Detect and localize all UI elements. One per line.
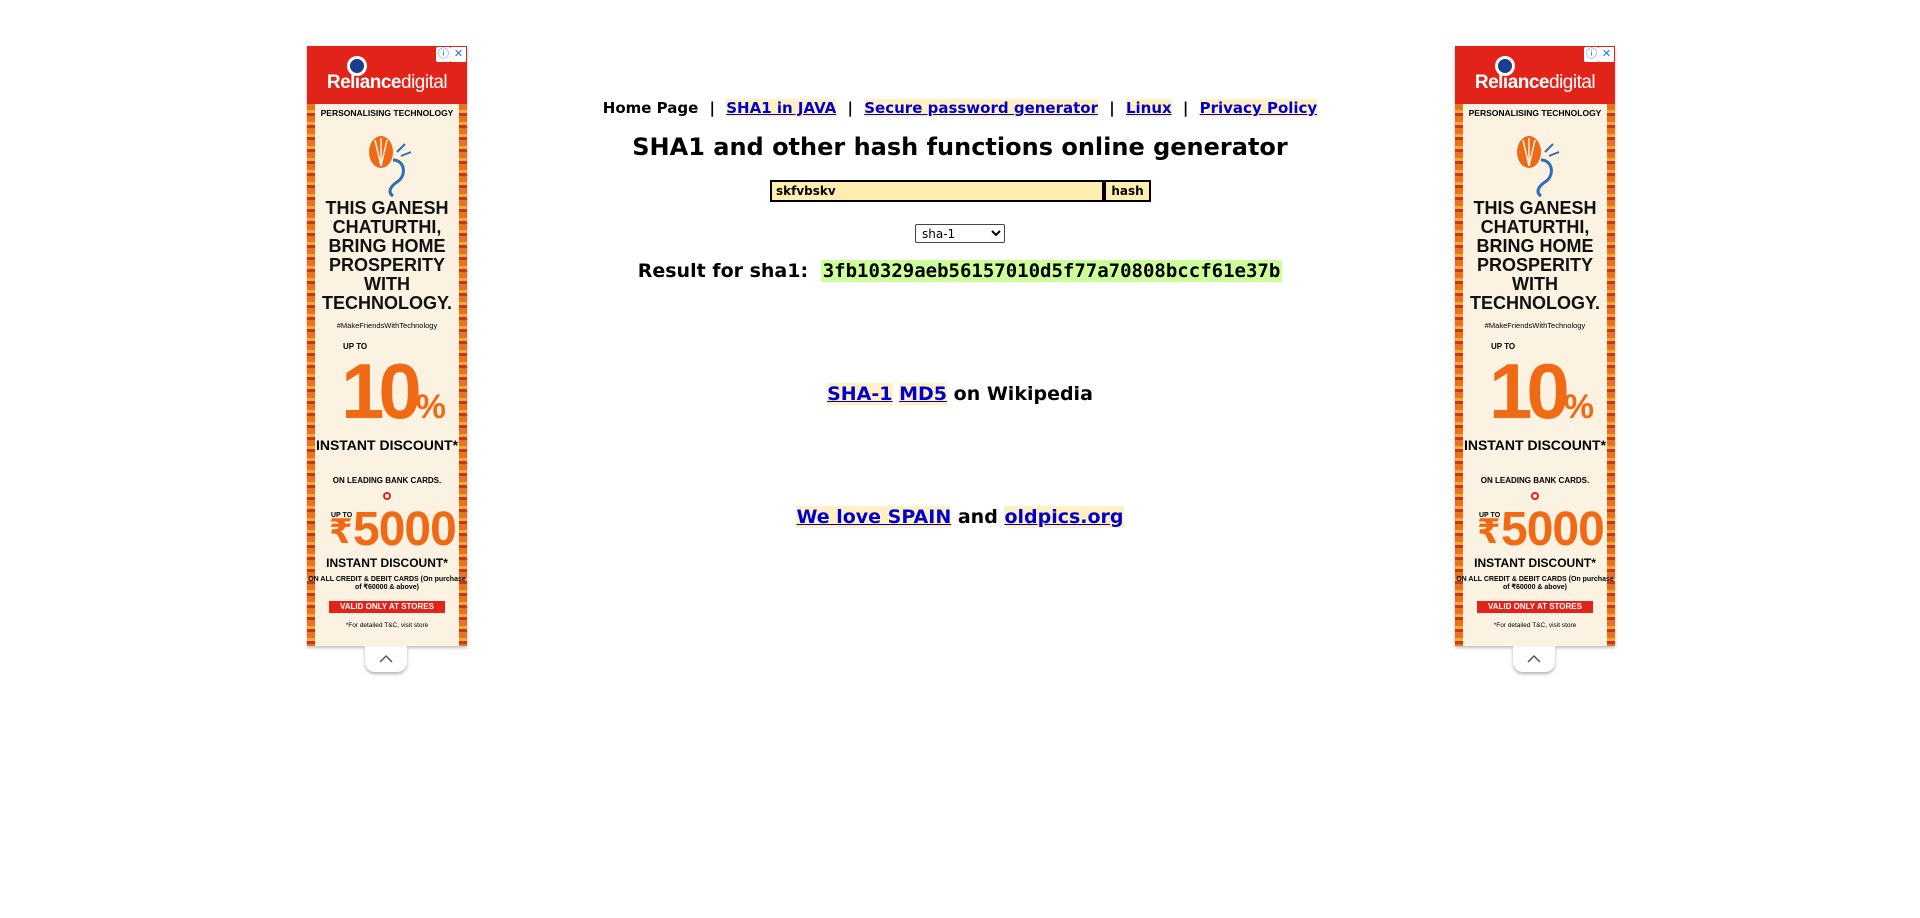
top-nav: Home Page | SHA1 in JAVA | Secure passwo…: [0, 99, 1920, 117]
ad-brand: Reliancedigital: [307, 72, 467, 94]
nav-separator: |: [847, 99, 854, 117]
ad-hashtag: #MakeFriendsWithTechnology: [336, 321, 438, 330]
ad-brand-main: Reliance: [1474, 72, 1550, 93]
ad-valid-badge: VALID ONLY AT STORES: [329, 601, 445, 613]
nav-link-secure-password-generator[interactable]: Secure password generator: [864, 99, 1098, 117]
ad-headline: THIS GANESH CHATURTHI, BRING HOME PROSPE…: [321, 198, 452, 313]
close-icon[interactable]: ✕: [1599, 47, 1614, 62]
ad-banks: ON LEADING BANK CARDS.: [332, 476, 442, 485]
ad-cards: ON ALL CREDIT & DEBIT CARDS (On purchase…: [1456, 576, 1614, 591]
ad-collapse-button[interactable]: [365, 646, 407, 672]
page-title: SHA1 and other hash functions online gen…: [632, 133, 1288, 161]
nav-separator: |: [709, 99, 716, 117]
hash-text-input[interactable]: [770, 180, 1104, 202]
result-label: Result for sha1:: [637, 260, 809, 282]
ad-instant-discount: INSTANT DISCOUNT*: [1463, 437, 1607, 453]
nav-link-linux[interactable]: Linux: [1125, 99, 1172, 117]
hash-button[interactable]: hash: [1104, 180, 1151, 202]
ad-brand: Reliancedigital: [1455, 72, 1615, 94]
result-line: Result for sha1: 3fb10329aeb56157010d5f7…: [0, 260, 1920, 282]
link-oldpics[interactable]: oldpics.org: [1004, 506, 1124, 528]
ad-cards: ON ALL CREDIT & DEBIT CARDS (On purchase…: [308, 576, 466, 591]
footer-conjunction: and: [957, 506, 998, 528]
ad-headline: THIS GANESH CHATURTHI, BRING HOME PROSPE…: [1469, 198, 1600, 313]
ad-brand-thin: digital: [401, 72, 448, 93]
link-sha1-wikipedia[interactable]: SHA-1: [827, 383, 893, 405]
info-icon[interactable]: ⓘ: [1584, 47, 1599, 62]
nav-home-page[interactable]: Home Page: [603, 99, 699, 117]
nav-separator: |: [1109, 99, 1115, 117]
chevron-up-icon: [379, 654, 393, 663]
ad-tnc: *For detailed T&C, visit store: [1493, 622, 1577, 629]
nav-link-privacy-policy[interactable]: Privacy Policy: [1199, 99, 1318, 117]
info-icon[interactable]: ⓘ: [436, 47, 451, 62]
ad-tnc: *For detailed T&C, visit store: [345, 622, 429, 629]
ad-divider-dot: [383, 492, 391, 500]
wikipedia-suffix: on Wikipedia: [953, 383, 1093, 405]
link-md5-wikipedia[interactable]: MD5: [899, 383, 948, 405]
ad-brand-main: Reliance: [326, 72, 402, 93]
hash-form: hash: [770, 180, 1151, 202]
ad-banks: ON LEADING BANK CARDS.: [1480, 476, 1590, 485]
hash-result-value: 3fb10329aeb56157010d5f77a70808bccf61e37b: [820, 260, 1283, 282]
algorithm-select[interactable]: sha-1: [915, 224, 1005, 243]
ad-instant-discount-2: INSTANT DISCOUNT*: [1474, 556, 1596, 570]
footer-links: We love SPAIN and oldpics.org: [0, 506, 1920, 528]
wikipedia-links: SHA-1 MD5 on Wikipedia: [0, 383, 1920, 405]
ad-instant-discount: INSTANT DISCOUNT*: [315, 437, 459, 453]
nav-link-sha1-in-java[interactable]: SHA1 in JAVA: [726, 99, 837, 117]
close-icon[interactable]: ✕: [451, 47, 466, 62]
ad-hashtag: #MakeFriendsWithTechnology: [1484, 321, 1586, 330]
chevron-up-icon: [1527, 654, 1541, 663]
ad-instant-discount-2: INSTANT DISCOUNT*: [326, 556, 448, 570]
link-we-love-spain[interactable]: We love SPAIN: [796, 506, 952, 528]
ad-divider-dot: [1531, 492, 1539, 500]
ad-brand-thin: digital: [1549, 72, 1596, 93]
ad-valid-badge: VALID ONLY AT STORES: [1477, 601, 1593, 613]
ad-collapse-button[interactable]: [1513, 646, 1555, 672]
nav-separator: |: [1182, 99, 1189, 117]
